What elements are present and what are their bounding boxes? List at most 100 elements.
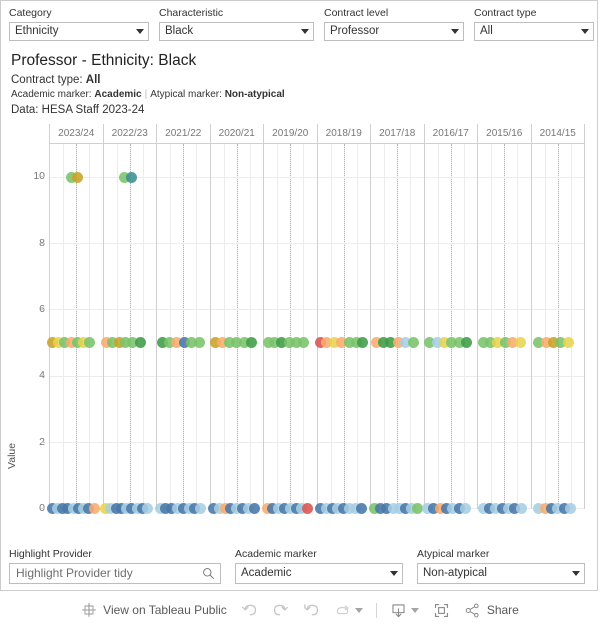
horizontal-gridline [371,177,424,179]
horizontal-gridline [531,375,584,377]
academic-marker-select[interactable]: Academic [235,563,403,584]
share-button[interactable]: Share [457,597,526,623]
vertical-gridline [356,144,358,508]
vertical-gridline [249,144,251,508]
data-point[interactable] [193,337,205,349]
panel-center-line [343,144,345,508]
data-point[interactable] [515,502,527,514]
data-point[interactable] [134,337,146,349]
highlight-provider-input[interactable]: Highlight Provider tidy [9,563,221,584]
chevron-down-icon[interactable] [410,607,419,613]
year-column-header[interactable]: 2017/18 [371,124,425,143]
marker-separator: | [144,89,148,100]
year-column-header[interactable]: 2014/15 [532,124,585,143]
share-icon [464,602,481,619]
horizontal-gridline [531,441,584,443]
data-point[interactable] [355,502,367,514]
data-point[interactable] [195,502,207,514]
data-point[interactable] [461,337,472,349]
filter-atypical-marker: Atypical marker Non-atypical [417,548,585,584]
fullscreen-button[interactable] [426,597,457,623]
year-column-header[interactable]: 2018/19 [318,124,371,143]
year-column-header[interactable]: 2015/16 [478,124,532,143]
data-point[interactable] [564,502,576,514]
data-point[interactable] [126,171,138,183]
chevron-down-icon [136,29,144,34]
vertical-gridline [384,144,386,508]
dashboard-container: Category Ethnicity Characteristic Black … [0,0,598,591]
year-column-header[interactable]: 2016/17 [425,124,478,143]
filter-category-select[interactable]: Ethnicity [9,22,149,41]
vertical-gridline [223,144,225,508]
academic-marker-label: Academic marker: [11,89,95,100]
filter-academic-marker: Academic marker Academic [235,548,403,584]
chevron-down-icon [390,571,398,576]
horizontal-gridline [264,309,317,311]
panel-center-line [290,144,292,508]
horizontal-gridline [157,243,210,245]
data-point[interactable] [302,502,314,514]
filter-contract-level-select[interactable]: Professor [324,22,464,41]
chevron-down-icon[interactable] [354,607,363,613]
marker-line: Academic marker: Academic | Atypical marke… [11,88,587,102]
horizontal-gridline [264,441,317,443]
undo-button[interactable] [234,597,265,623]
vertical-gridline [437,144,439,508]
y-axis-tick-label: 4 [9,370,45,381]
year-panel [477,144,532,514]
data-point[interactable] [411,502,423,514]
revert-button[interactable] [296,597,327,623]
year-column-header[interactable]: 2023/24 [50,124,104,143]
horizontal-gridline [478,243,531,245]
panel-center-line [450,144,452,508]
redo-button[interactable] [265,597,296,623]
y-axis-tick-mark [41,176,45,178]
data-point[interactable] [514,337,526,349]
vertical-gridline [196,144,198,508]
year-column-header[interactable]: 2022/23 [104,124,157,143]
year-column-header[interactable]: 2019/20 [264,124,318,143]
vertical-gridline [116,144,118,508]
year-column-header[interactable]: 2020/21 [211,124,264,143]
filter-contract-type-select[interactable]: All [474,22,594,41]
scatter-chart: Value 0246810 2023/242022/232021/222020/… [1,124,597,514]
year-panel [422,144,478,514]
data-source-line: Data: HESA Staff 2023-24 [11,104,145,116]
horizontal-gridline [157,177,210,179]
data-point[interactable] [459,502,471,514]
data-point[interactable] [84,337,96,349]
panel-center-line [236,144,238,508]
view-on-tableau-public-button[interactable]: View on Tableau Public [74,597,234,623]
vertical-gridline [570,144,572,508]
vertical-gridline [303,144,305,508]
academic-marker-select-value: Academic [241,567,292,579]
year-column-header[interactable]: 2021/22 [157,124,211,143]
atypical-marker-select[interactable]: Non-atypical [417,563,585,584]
data-point[interactable] [357,337,369,349]
download-button[interactable] [383,597,426,623]
y-axis: 0 2 4 6 8 10 [1,124,45,513]
horizontal-gridline [478,441,531,443]
filter-characteristic-select[interactable]: Black [159,22,314,41]
data-point[interactable] [71,171,83,183]
page-title: Professor - Ethnicity: Black [11,52,197,69]
data-point[interactable] [88,502,100,514]
data-point[interactable] [248,502,260,514]
data-point[interactable] [245,337,257,349]
horizontal-gridline [210,177,263,179]
chevron-down-icon [301,29,309,34]
refresh-button[interactable] [327,597,370,623]
horizontal-gridline [531,243,584,245]
year-panel [154,144,211,514]
data-point[interactable] [407,337,419,349]
vertical-gridline [170,144,172,508]
horizontal-gridline [103,441,156,443]
view-on-tableau-public-label: View on Tableau Public [103,603,227,617]
horizontal-gridline [424,309,477,311]
data-point[interactable] [142,502,154,514]
filter-contract-type: Contract type All [474,7,594,41]
data-point[interactable] [562,337,574,349]
search-icon [202,567,215,580]
data-point[interactable] [298,337,310,349]
y-axis-tick-label: 8 [9,237,45,248]
